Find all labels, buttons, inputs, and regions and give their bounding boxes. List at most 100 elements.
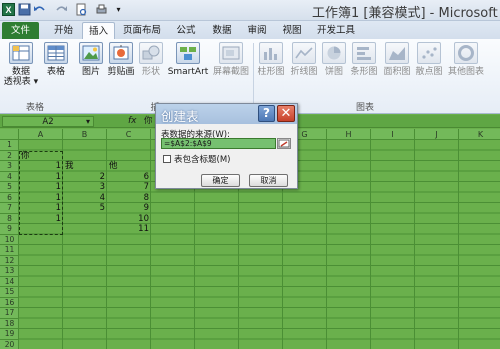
row-header[interactable]: 17 <box>0 308 19 319</box>
undo-icon[interactable] <box>33 3 46 16</box>
area-chart-icon <box>385 42 409 64</box>
cell-b4[interactable]: 2 <box>65 172 105 182</box>
excel-logo-icon: X <box>2 3 15 16</box>
cell-b3[interactable]: 我 <box>65 161 105 171</box>
cell-c3[interactable]: 他 <box>109 161 149 171</box>
tab-review[interactable]: 审阅 <box>242 22 272 39</box>
column-header[interactable]: B <box>63 129 107 140</box>
row-header[interactable]: 15 <box>0 287 19 298</box>
row-header[interactable]: 1 <box>0 140 19 151</box>
insert-function-icon[interactable]: fx <box>128 115 137 128</box>
formula-content[interactable]: 你 <box>144 116 153 127</box>
cell-c4[interactable]: 6 <box>109 172 149 182</box>
screenshot-button[interactable]: 屏幕截图 <box>211 42 251 90</box>
row-header[interactable]: 3 <box>0 161 19 172</box>
column-header[interactable]: C <box>107 129 151 140</box>
cell-c7[interactable]: 9 <box>109 203 149 213</box>
line-chart-button[interactable]: 折线图 <box>288 42 320 90</box>
select-all-corner[interactable] <box>0 129 19 140</box>
column-header[interactable]: I <box>371 129 415 140</box>
title-bar: X ▾ 工作簿1 [兼容模式] - Microsoft E <box>0 0 500 21</box>
dialog-title-bar[interactable]: 创建表 ? ✕ <box>156 104 297 124</box>
pie-chart-icon <box>322 42 346 64</box>
row-header[interactable]: 7 <box>0 203 19 214</box>
cell-c8[interactable]: 10 <box>109 214 149 224</box>
row-header[interactable]: 6 <box>0 193 19 203</box>
group-label-charts: 图表 <box>355 103 374 113</box>
name-box-dropdown-icon[interactable]: ▾ <box>86 115 90 128</box>
header-checkbox[interactable] <box>163 155 171 163</box>
cell-c9[interactable]: 11 <box>109 224 149 234</box>
row-header[interactable]: 2 <box>0 151 19 161</box>
tab-file[interactable]: 文件 <box>2 22 39 39</box>
name-box[interactable]: A2 <box>2 116 94 127</box>
cell-c6[interactable]: 8 <box>109 193 149 203</box>
row-header[interactable]: 5 <box>0 182 19 193</box>
redo-icon[interactable] <box>55 3 68 16</box>
other-charts-button[interactable]: 其他图表 <box>446 42 486 90</box>
collapse-dialog-icon <box>278 139 290 148</box>
selected-range-outline <box>19 150 63 235</box>
column-header[interactable]: K <box>459 129 500 140</box>
row-header[interactable]: 14 <box>0 277 19 287</box>
ok-button[interactable]: 确定 <box>201 174 240 187</box>
cell-b6[interactable]: 4 <box>65 193 105 203</box>
header-checkbox-label[interactable]: 表包含标题(M) <box>174 153 230 165</box>
cell-b7[interactable]: 5 <box>65 203 105 213</box>
window-title: 工作簿1 [兼容模式] - Microsoft E <box>312 6 500 21</box>
row-header[interactable]: 20 <box>0 340 19 349</box>
row-header[interactable]: 4 <box>0 172 19 182</box>
shapes-button[interactable]: 形状 <box>138 42 164 90</box>
customize-qat-icon[interactable]: ▾ <box>112 3 125 16</box>
save-icon[interactable] <box>18 3 31 16</box>
tab-view[interactable]: 视图 <box>277 22 307 39</box>
source-range-input[interactable]: =$A$2:$A$9 <box>161 138 276 149</box>
table-button[interactable]: 表格 <box>42 42 70 90</box>
ribbon-separator <box>253 43 254 111</box>
scatter-chart-button[interactable]: 散点图 <box>413 42 445 90</box>
tab-home[interactable]: 开始 <box>47 22 80 39</box>
row-header[interactable]: 8 <box>0 214 19 224</box>
row-header[interactable]: 16 <box>0 298 19 308</box>
picture-icon <box>79 42 103 64</box>
bar-chart-icon <box>352 42 376 64</box>
print-preview-icon[interactable] <box>75 3 88 16</box>
pie-chart-button[interactable]: 饼图 <box>321 42 347 90</box>
smartart-icon <box>176 42 200 64</box>
row-header[interactable]: 13 <box>0 266 19 277</box>
row-header[interactable]: 10 <box>0 235 19 245</box>
help-button[interactable]: ? <box>258 105 275 122</box>
picture-button[interactable]: 图片 <box>77 42 105 90</box>
smartart-button[interactable]: SmartArt <box>167 42 209 90</box>
row-header[interactable]: 18 <box>0 319 19 329</box>
column-chart-icon <box>259 42 283 64</box>
cancel-button[interactable]: 取消 <box>249 174 288 187</box>
dialog-title: 创建表 <box>161 109 199 124</box>
tab-data[interactable]: 数据 <box>207 22 237 39</box>
pivot-table-button[interactable]: 数据 透视表 ▾ <box>3 42 39 90</box>
row-header[interactable]: 12 <box>0 256 19 266</box>
clip-art-button[interactable]: 剪贴画 <box>105 42 137 90</box>
collapse-dialog-button[interactable] <box>277 138 291 149</box>
area-chart-button[interactable]: 面积图 <box>381 42 413 90</box>
quick-print-icon[interactable] <box>95 3 108 16</box>
screenshot-icon <box>219 42 243 64</box>
bar-chart-button[interactable]: 条形图 <box>348 42 380 90</box>
tab-insert[interactable]: 插入 <box>82 22 115 39</box>
row-header[interactable]: 11 <box>0 245 19 256</box>
column-header[interactable]: A <box>19 129 63 140</box>
cell-c5[interactable]: 7 <box>109 182 149 192</box>
pivot-table-icon <box>9 42 33 64</box>
column-chart-button[interactable]: 柱形图 <box>255 42 287 90</box>
column-header[interactable]: H <box>327 129 371 140</box>
tab-developer[interactable]: 开发工具 <box>312 22 360 39</box>
column-header[interactable]: J <box>415 129 459 140</box>
cell-b5[interactable]: 3 <box>65 182 105 192</box>
row-header[interactable]: 19 <box>0 329 19 340</box>
tab-page-layout[interactable]: 页面布局 <box>118 22 166 39</box>
table-icon <box>44 42 68 64</box>
tab-formulas[interactable]: 公式 <box>171 22 201 39</box>
other-charts-icon <box>454 42 478 64</box>
close-button[interactable]: ✕ <box>277 105 295 122</box>
row-header[interactable]: 9 <box>0 224 19 235</box>
